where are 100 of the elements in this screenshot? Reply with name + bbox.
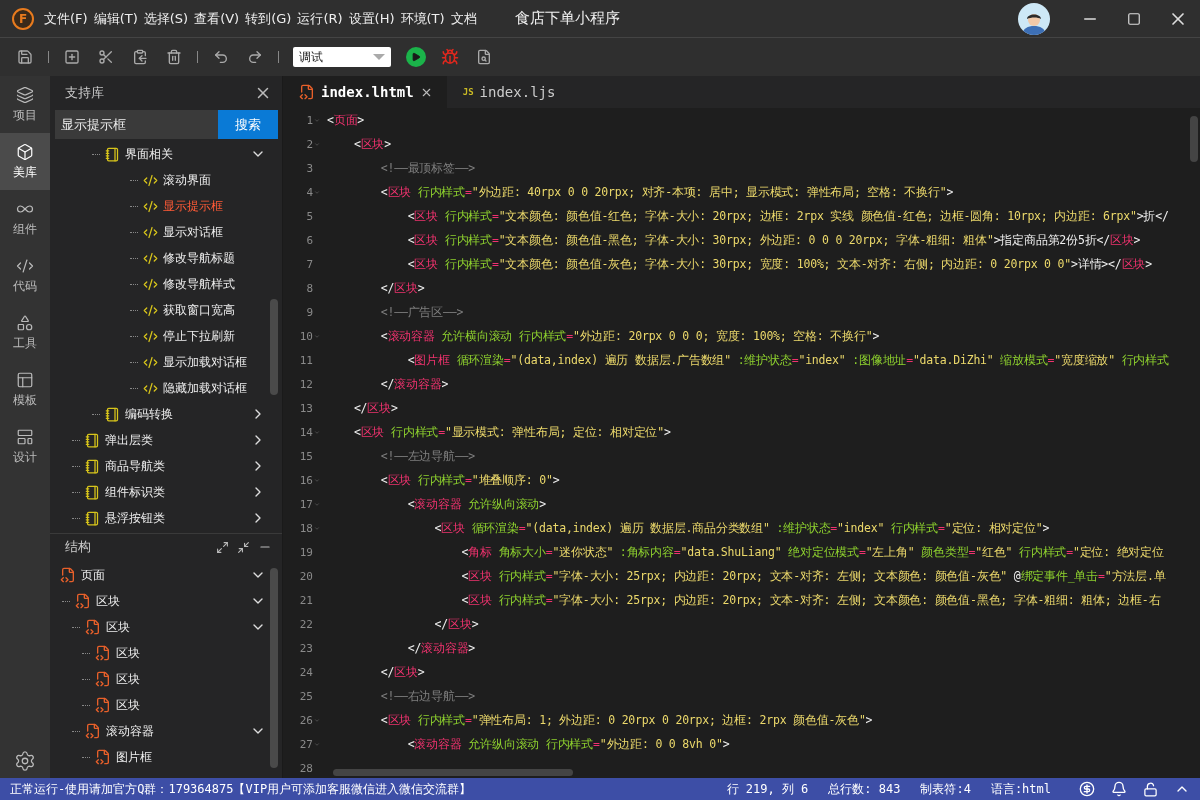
line-number: 26 (299, 713, 313, 727)
category-item[interactable]: 组件标识类 (105, 483, 245, 501)
bug-icon[interactable] (441, 48, 459, 66)
structure-item[interactable]: 页面 (81, 566, 245, 584)
menu-item[interactable]: 环境(T) (400, 9, 445, 28)
unlock-icon[interactable] (1143, 781, 1158, 797)
snippet-item[interactable]: 修改导航样式 (163, 275, 266, 293)
line-number: 1 (306, 113, 313, 127)
app-logo: F (12, 7, 34, 30)
code-line: <区块 行内样式="文本颜色: 颜色值-黑色; 字体-大小: 30rpx; 外边距: 0 0 0 20rpx; 字体-粗细: 粗体">指定商品第2份5折</区块> (406, 232, 1141, 248)
file-code-icon (299, 84, 315, 100)
expand-icon[interactable] (216, 540, 229, 554)
line-number: 22 (299, 617, 313, 631)
code-line: </滚动容器> (379, 376, 449, 392)
save-icon[interactable] (17, 49, 33, 65)
file-search-icon[interactable] (476, 49, 492, 65)
code-line: <!——右边导航——> (379, 688, 476, 704)
activity-tab[interactable]: 模板 (0, 361, 50, 418)
menu-item[interactable]: 文档 (450, 9, 477, 28)
settings-icon[interactable] (14, 750, 36, 772)
menu-item[interactable]: 运行(R) (297, 9, 343, 28)
notebook-icon (105, 406, 120, 422)
line-number: 3 (306, 161, 313, 175)
category-item[interactable]: 界面相关 (125, 145, 245, 163)
code-icon (143, 198, 158, 214)
code-line: <区块 行内样式="外边距: 40rpx 0 0 20rpx; 对齐-本项: 居中; 显示模式: 弹性布局; 空格: 不换行"> (379, 184, 954, 200)
activity-tab[interactable]: 代码 (0, 247, 50, 304)
file-code-icon (75, 593, 91, 609)
menu-item[interactable]: 文件(F) (44, 9, 88, 28)
run-button[interactable] (406, 47, 426, 67)
structure-item[interactable]: 区块 (106, 618, 245, 636)
structure-item[interactable]: 区块 (116, 670, 266, 688)
trash-icon[interactable] (166, 49, 182, 65)
structure-item[interactable]: 滚动容器 (106, 722, 245, 740)
activity-tab[interactable]: 工具 (0, 304, 50, 361)
category-item[interactable]: 商品导航类 (105, 457, 245, 475)
dollar-icon[interactable] (1079, 781, 1095, 797)
code-line: <区块 行内样式="文本颜色: 颜色值-红色; 字体-大小: 20rpx; 边框: 2rpx 实线 颜色值-红色; 边框-圆角: 10rpx; 内边距: 6rpx">折</ (406, 208, 1169, 224)
file-code-icon (85, 619, 101, 635)
plus-square-icon[interactable] (64, 49, 80, 65)
category-item[interactable]: 弹出层类 (105, 431, 245, 449)
clipboard-icon[interactable] (132, 49, 148, 65)
scrollbar-thumb[interactable] (270, 568, 278, 768)
snippet-item[interactable]: 显示对话框 (163, 223, 266, 241)
category-item[interactable]: 悬浮按钮类 (105, 509, 245, 527)
file-code-icon (60, 567, 76, 583)
undo-icon[interactable] (213, 49, 229, 65)
editor-tab[interactable]: index.lhtml (283, 76, 447, 108)
menu-item[interactable]: 选择(S) (143, 9, 189, 28)
search-field[interactable]: 显示提示框 (55, 110, 218, 139)
play-icon[interactable] (411, 52, 421, 62)
code-line: <区块 行内样式="文本颜色: 颜色值-灰色; 字体-大小: 30rpx; 宽度: 100%; 文本-对齐: 右侧; 内边距: 0 20rpx 0 0">详情></区块> (406, 256, 1152, 272)
file-code-icon (95, 645, 111, 661)
line-number: 8 (306, 281, 313, 295)
notebook-icon (105, 146, 120, 162)
collapse-icon[interactable] (237, 540, 250, 554)
category-item[interactable]: 编码转换 (125, 405, 245, 423)
snippet-item[interactable]: 停止下拉刷新 (163, 327, 266, 345)
menu-item[interactable]: 编辑(T) (93, 9, 138, 28)
structure-item[interactable]: 图片框 (116, 748, 266, 766)
cube-icon (16, 142, 34, 161)
code-icon (143, 250, 158, 266)
search-button[interactable]: 搜索 (218, 110, 278, 139)
snippet-item[interactable]: 获取窗口宽高 (163, 301, 266, 319)
mode-select[interactable]: 调试 (293, 47, 391, 67)
menu-item[interactable]: 设置(H) (348, 9, 395, 28)
scrollbar-thumb[interactable] (333, 769, 573, 776)
status-message: 正常运行-使用请加官方Q群：179364875【VIP用户可添加客服微信进入微信交流群】 (10, 780, 472, 798)
redo-icon[interactable] (247, 49, 263, 65)
menu-item[interactable]: 查看(V) (194, 9, 240, 28)
snippet-item[interactable]: 滚动界面 (163, 171, 266, 189)
structure-item[interactable]: 区块 (116, 696, 266, 714)
snippet-item[interactable]: 隐藏加载对话框 (163, 379, 266, 397)
activity-tab[interactable]: 美库 (0, 133, 50, 190)
code-line: <区块 行内样式="字体-大小: 25rpx; 内边距: 20rpx; 文本-对齐: 左侧; 文本颜色: 颜色值-黑色; 字体-粗细: 粗体; 边框-右 (460, 592, 1161, 608)
file-code-icon (95, 697, 111, 713)
file-code-icon (95, 749, 111, 765)
scrollbar-thumb[interactable] (1190, 116, 1198, 162)
code-line: <!——广告区——> (379, 304, 464, 320)
activity-tab[interactable]: 设计 (0, 418, 50, 475)
snippet-item[interactable]: 修改导航标题 (163, 249, 266, 267)
code-icon (16, 256, 34, 275)
structure-item[interactable]: 区块 (116, 644, 266, 662)
line-number: 18 (299, 521, 313, 535)
code-icon (143, 302, 158, 318)
scrollbar-thumb[interactable] (270, 299, 278, 395)
editor-tab[interactable]: JS index.ljs (446, 76, 570, 108)
code-line: <角标 角标大小="迷你状态" :角标内容="data.ShuLiang" 绝对定位模式="左上角" 颜色类型="红色" 行内样式="定位: 绝对定位 (460, 544, 1164, 560)
activity-tab[interactable]: 组件 (0, 190, 50, 247)
snippet-item[interactable]: 显示提示框 (163, 197, 266, 215)
bell-icon[interactable] (1111, 781, 1127, 797)
scissors-icon[interactable] (98, 49, 114, 65)
menu-item[interactable]: 转到(G) (245, 9, 292, 28)
activity-tab[interactable]: 项目 (0, 76, 50, 133)
avatar[interactable] (1018, 2, 1050, 35)
structure-item[interactable]: 区块 (96, 592, 245, 610)
snippet-item[interactable]: 显示加载对话框 (163, 353, 266, 371)
line-number: 10 (299, 329, 313, 343)
maximize-icon[interactable] (1127, 11, 1141, 26)
line-number: 12 (299, 377, 313, 391)
